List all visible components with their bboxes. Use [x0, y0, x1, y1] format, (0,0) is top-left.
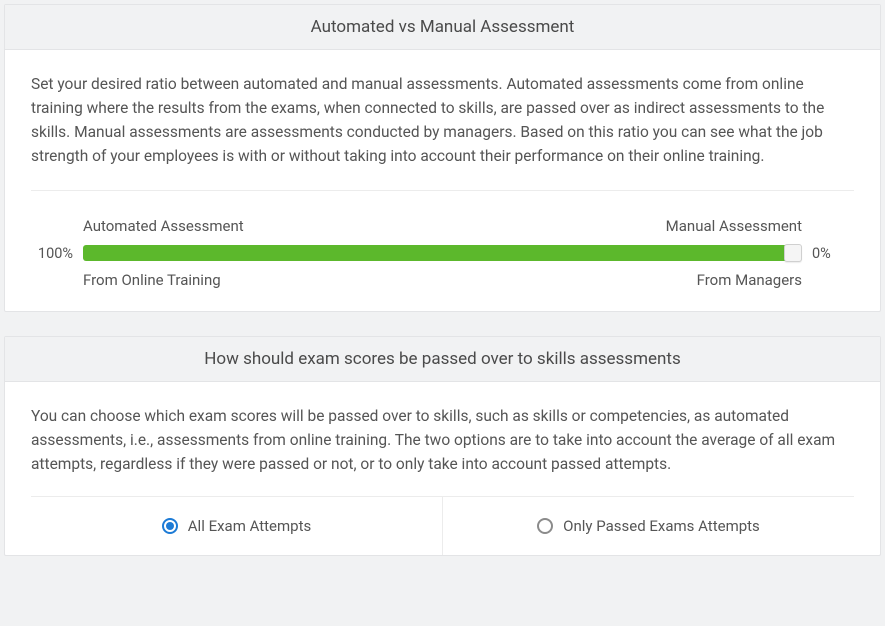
exam-score-panel: How should exam scores be passed over to… [4, 336, 881, 556]
radio-option-all-attempts[interactable]: All Exam Attempts [31, 497, 443, 555]
slider-left-percent: 100% [31, 245, 75, 262]
assessment-ratio-panel: Automated vs Manual Assessment Set your … [4, 4, 881, 312]
slider-bottom-left-label: From Online Training [83, 271, 221, 289]
slider-top-left-label: Automated Assessment [83, 217, 244, 235]
radio-icon [162, 518, 178, 534]
panel-title: How should exam scores be passed over to… [5, 337, 880, 382]
panel-description: Set your desired ratio between automated… [31, 72, 854, 168]
exam-score-options: All Exam Attempts Only Passed Exams Atte… [31, 496, 854, 555]
radio-label: Only Passed Exams Attempts [563, 517, 760, 535]
panel-description: You can choose which exam scores will be… [31, 404, 854, 476]
radio-label: All Exam Attempts [188, 517, 311, 535]
divider [31, 190, 854, 191]
slider-right-percent: 0% [810, 245, 854, 262]
ratio-slider-row: 100% Automated Assessment Manual Assessm… [31, 217, 854, 289]
radio-icon [537, 518, 553, 534]
radio-option-only-passed[interactable]: Only Passed Exams Attempts [443, 497, 854, 555]
slider-bottom-right-label: From Managers [697, 271, 802, 289]
slider-top-right-label: Manual Assessment [666, 217, 802, 235]
panel-title: Automated vs Manual Assessment [5, 5, 880, 50]
ratio-slider-handle[interactable] [784, 244, 802, 262]
ratio-slider-track[interactable] [83, 245, 802, 261]
